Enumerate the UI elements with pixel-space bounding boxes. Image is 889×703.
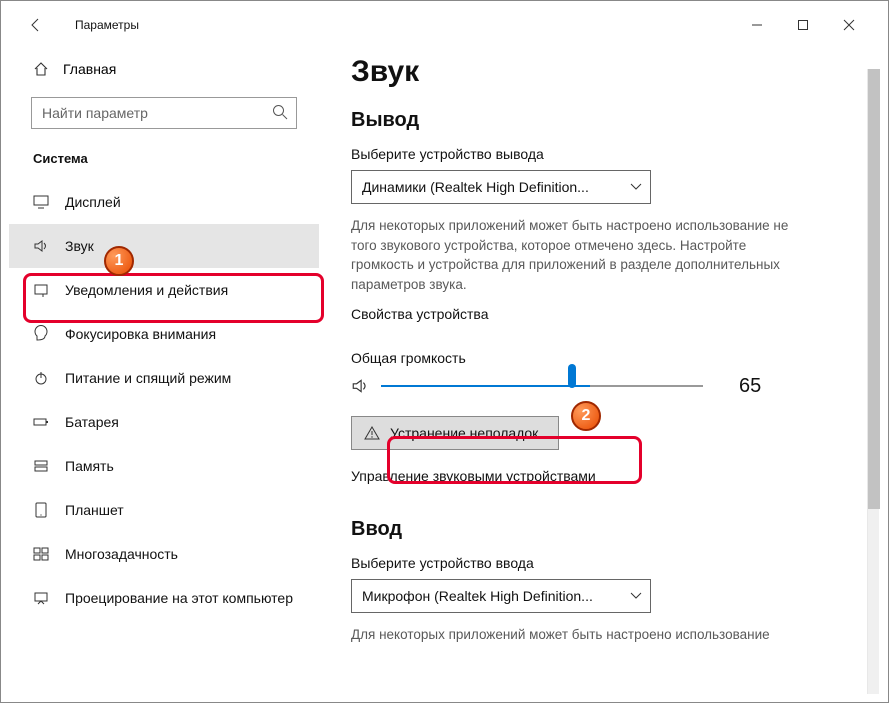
sidebar-item-focus[interactable]: Фокусировка внимания — [9, 312, 319, 356]
sidebar-item-projecting[interactable]: Проецирование на этот компьютер — [9, 576, 319, 620]
minimize-button[interactable] — [734, 10, 780, 40]
sidebar-item-storage[interactable]: Память — [9, 444, 319, 488]
sound-icon — [33, 238, 49, 254]
sidebar-item-sound[interactable]: Звук — [9, 224, 319, 268]
multitasking-icon — [33, 546, 49, 562]
speaker-icon — [351, 377, 369, 395]
troubleshoot-button[interactable]: Устранение неполадок — [351, 416, 559, 450]
master-volume-label: Общая громкость — [351, 350, 848, 366]
maximize-button[interactable] — [780, 10, 826, 40]
sidebar-item-label: Планшет — [65, 502, 124, 518]
input-choose-label: Выберите устройство ввода — [351, 555, 848, 571]
close-button[interactable] — [826, 10, 872, 40]
sidebar-item-tablet[interactable]: Планшет — [9, 488, 319, 532]
input-heading: Ввод — [351, 518, 848, 541]
sidebar-item-label: Звук — [65, 238, 94, 254]
volume-slider[interactable] — [381, 374, 703, 398]
battery-icon — [33, 414, 49, 430]
power-icon — [33, 370, 49, 386]
warning-icon — [364, 425, 380, 441]
annotation-marker-2: 2 — [571, 401, 601, 431]
sidebar-item-label: Проецирование на этот компьютер — [65, 590, 293, 606]
search-icon — [271, 103, 289, 121]
sidebar-item-label: Дисплей — [65, 194, 121, 210]
sidebar-item-label: Батарея — [65, 414, 119, 430]
window-title: Параметры — [75, 18, 139, 32]
display-icon — [33, 194, 49, 210]
sidebar-item-label: Уведомления и действия — [65, 282, 228, 298]
sidebar: Главная Система Дисплей Звук Уведомления… — [9, 41, 319, 694]
sidebar-item-multitasking[interactable]: Многозадачность — [9, 532, 319, 576]
output-hint: Для некоторых приложений может быть наст… — [351, 216, 791, 294]
sidebar-item-display[interactable]: Дисплей — [9, 180, 319, 224]
sidebar-item-label: Фокусировка внимания — [65, 326, 216, 342]
tablet-icon — [33, 502, 49, 518]
projecting-icon — [33, 590, 49, 606]
search-input[interactable] — [31, 97, 297, 129]
content: Звук Вывод Выберите устройство вывода Ди… — [319, 41, 880, 694]
input-hint: Для некоторых приложений может быть наст… — [351, 625, 791, 645]
output-device-combo[interactable]: Динамики (Realtek High Definition... — [351, 170, 651, 204]
sidebar-item-label: Питание и спящий режим — [65, 370, 231, 386]
storage-icon — [33, 458, 49, 474]
troubleshoot-label: Устранение неполадок — [390, 425, 538, 441]
sidebar-item-notifications[interactable]: Уведомления и действия — [9, 268, 319, 312]
device-properties-link[interactable]: Свойства устройства — [351, 306, 848, 322]
output-heading: Вывод — [351, 109, 848, 132]
input-device-value: Микрофон (Realtek High Definition... — [362, 588, 593, 604]
sidebar-item-label: Память — [65, 458, 114, 474]
manage-devices-link[interactable]: Управление звуковыми устройствами — [351, 468, 848, 484]
input-device-combo[interactable]: Микрофон (Realtek High Definition... — [351, 579, 651, 613]
focus-icon — [33, 326, 49, 342]
sidebar-item-label: Многозадачность — [65, 546, 178, 562]
home-icon — [33, 61, 49, 77]
home-nav[interactable]: Главная — [9, 49, 319, 89]
chevron-down-icon — [630, 181, 642, 193]
back-button[interactable] — [21, 10, 51, 40]
sidebar-item-power[interactable]: Питание и спящий режим — [9, 356, 319, 400]
sidebar-item-battery[interactable]: Батарея — [9, 400, 319, 444]
section-title: Система — [9, 147, 319, 180]
output-choose-label: Выберите устройство вывода — [351, 146, 848, 162]
scrollbar[interactable] — [866, 41, 880, 694]
home-label: Главная — [63, 61, 116, 77]
output-device-value: Динамики (Realtek High Definition... — [362, 179, 589, 195]
volume-value: 65 — [739, 375, 761, 398]
chevron-down-icon — [630, 590, 642, 602]
annotation-marker-1: 1 — [104, 246, 134, 276]
notifications-icon — [33, 282, 49, 298]
page-title: Звук — [351, 55, 848, 89]
